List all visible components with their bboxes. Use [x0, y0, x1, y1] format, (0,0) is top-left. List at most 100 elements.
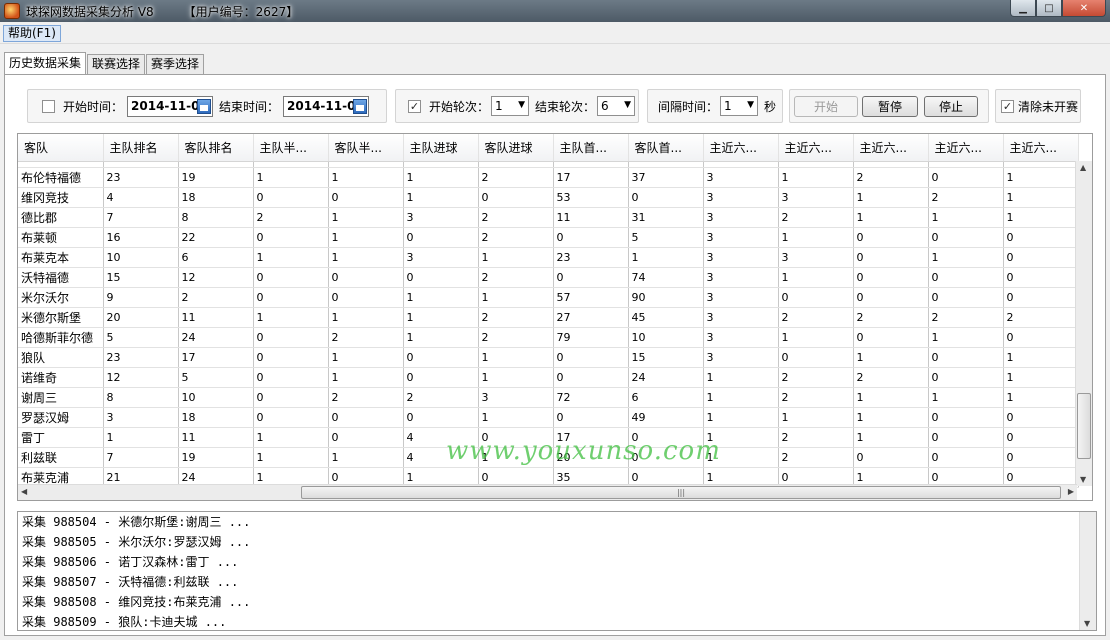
control-buttons-group: 开始 暂停 停止 [789, 89, 989, 123]
match-data-table[interactable]: 客队 主队排名 客队排名 主队半... 客队半... 主队进球 客队进球 主队首... 客队首.… [17, 133, 1093, 501]
table-cell: 1 [403, 167, 479, 188]
scroll-left-icon[interactable]: ◀ [21, 487, 27, 496]
column-header[interactable]: 主近六... [703, 134, 779, 162]
column-header[interactable]: 主队半... [253, 134, 329, 162]
table-cell: 6 [628, 387, 704, 408]
table-cell: 3 [703, 347, 779, 368]
table-cell: 1 [1003, 367, 1079, 388]
tab-history-collection[interactable]: 历史数据采集 [4, 52, 87, 75]
table-row[interactable]: 哈德斯菲尔德 5 24 0 2 1 2 79 10 3 1 0 1 0 [18, 327, 1079, 348]
chevron-down-icon: ▼ [518, 100, 526, 110]
start-time-label: 开始时间： [63, 99, 124, 114]
table-cell: 1 [103, 427, 179, 448]
table-cell: 1 [328, 307, 404, 328]
table-row[interactable]: 米尔沃尔 9 2 0 0 1 1 57 90 3 0 0 0 0 [18, 287, 1079, 308]
scroll-right-icon[interactable]: ▶ [1068, 487, 1074, 496]
start-time-checkbox[interactable] [42, 99, 55, 113]
table-cell: 0 [253, 287, 329, 308]
table-row[interactable]: 米德尔斯堡 20 11 1 1 1 2 27 45 3 2 2 2 2 [18, 307, 1079, 328]
table-cell: 2 [328, 327, 404, 348]
column-header[interactable]: 主近六... [778, 134, 854, 162]
round-checkbox[interactable]: ✓ [408, 99, 421, 113]
end-date-picker[interactable]: 2014-11-06 [283, 95, 370, 117]
table-cell: 22 [178, 227, 254, 248]
table-cell: 2 [478, 267, 554, 288]
table-row[interactable]: 沃特福德 15 12 0 0 0 2 0 74 3 1 0 0 0 [18, 267, 1079, 288]
table-row[interactable]: 罗瑟汉姆 3 18 0 0 0 1 0 49 1 1 1 0 0 [18, 407, 1079, 428]
scroll-down-icon[interactable]: ▼ [1084, 619, 1090, 628]
table-row[interactable]: 布莱克本 10 6 1 1 3 1 23 1 3 3 0 1 0 [18, 247, 1079, 268]
column-header[interactable]: 主队排名 [103, 134, 179, 162]
start-button[interactable]: 开始 [794, 95, 858, 117]
clear-unstarted-checkbox[interactable]: ✓ [1001, 99, 1014, 113]
start-date-picker[interactable]: 2014-11-05 [127, 95, 214, 117]
end-round-select[interactable]: 6 ▼ [597, 96, 636, 116]
table-cell: 0 [928, 367, 1004, 388]
table-cell: 3 [703, 207, 779, 228]
column-header[interactable]: 主近六... [853, 134, 929, 162]
horizontal-scroll-thumb[interactable]: ||| [301, 486, 1061, 499]
minimize-button[interactable]: ▁ [1010, 0, 1036, 17]
calendar-icon[interactable] [197, 98, 212, 114]
start-round-select[interactable]: 1 ▼ [491, 96, 530, 116]
log-vertical-scrollbar[interactable]: ▼ [1079, 512, 1096, 630]
table-cell: 3 [778, 247, 854, 268]
log-line: 采集 988509 - 狼队:卡迪夫城 ... [22, 615, 227, 629]
table-cell: 0 [403, 367, 479, 388]
table-cell: 2 [478, 227, 554, 248]
table-row[interactable]: 布莱顿 16 22 0 1 0 2 0 5 3 1 0 0 0 [18, 227, 1079, 248]
table-cell: 1 [253, 447, 329, 468]
table-cell: 1 [403, 287, 479, 308]
column-header[interactable]: 客队进球 [478, 134, 554, 162]
team-cell: 布伦特福德 [18, 167, 104, 188]
table-cell: 1 [778, 267, 854, 288]
table-cell: 11 [178, 427, 254, 448]
watermark: www.youxunso.com [446, 436, 721, 466]
column-header[interactable]: 客队排名 [178, 134, 254, 162]
calendar-icon[interactable] [353, 98, 368, 114]
table-row[interactable]: 诺维奇 12 5 0 1 0 1 0 24 1 2 2 0 1 [18, 367, 1079, 388]
title-bar: 球探网数据采集分析 V8 【用户编号：2627】 ▁ □ ✕ [0, 0, 1110, 22]
table-cell: 3 [703, 187, 779, 208]
column-header[interactable]: 主近六... [1003, 134, 1079, 162]
tab-league-select[interactable]: 联赛选择 [87, 54, 146, 74]
table-cell: 7 [103, 207, 179, 228]
table-row[interactable]: 德比郡 7 8 2 1 3 2 11 31 3 2 1 1 1 [18, 207, 1079, 228]
table-row[interactable]: 维冈竞技 4 18 0 0 1 0 53 0 3 3 1 2 1 [18, 187, 1079, 208]
table-row[interactable]: 谢周三 8 10 0 2 2 3 72 6 1 2 1 1 1 [18, 387, 1079, 408]
table-horizontal-scrollbar[interactable]: ◀ ||| ▶ [18, 484, 1077, 500]
column-header[interactable]: 客队首... [628, 134, 704, 162]
table-cell: 90 [628, 287, 704, 308]
column-header[interactable]: 主队首... [553, 134, 629, 162]
scroll-down-icon[interactable]: ▼ [1080, 475, 1086, 484]
team-cell: 诺维奇 [18, 367, 104, 388]
column-header[interactable]: 客队半... [328, 134, 404, 162]
column-header[interactable]: 客队 [18, 134, 104, 162]
table-cell: 1 [1003, 187, 1079, 208]
menu-help[interactable]: 帮助(F1) [3, 25, 61, 42]
vertical-scroll-thumb[interactable] [1077, 393, 1091, 459]
team-cell: 米尔沃尔 [18, 287, 104, 308]
column-header[interactable]: 主近六... [928, 134, 1004, 162]
table-cell: 1 [853, 187, 929, 208]
table-row[interactable]: 狼队 23 17 0 1 0 1 0 15 3 0 1 0 1 [18, 347, 1079, 368]
table-cell: 18 [178, 187, 254, 208]
tab-season-select[interactable]: 赛季选择 [146, 54, 205, 74]
log-line: 采集 988505 - 米尔沃尔:罗瑟汉姆 ... [22, 535, 251, 549]
column-header[interactable]: 主队进球 [403, 134, 479, 162]
table-row[interactable]: 布伦特福德 23 19 1 1 1 2 17 37 3 1 2 0 1 [18, 167, 1079, 188]
collection-log[interactable]: 采集 988504 - 米德尔斯堡:谢周三 ... 采集 988505 - 米尔沃… [17, 511, 1097, 631]
scroll-up-icon[interactable]: ▲ [1080, 163, 1086, 172]
interval-select[interactable]: 1 ▼ [720, 96, 759, 116]
stop-button[interactable]: 停止 [924, 95, 978, 117]
pause-button[interactable]: 暂停 [862, 95, 918, 117]
maximize-button[interactable]: □ [1036, 0, 1062, 17]
table-cell: 2 [928, 187, 1004, 208]
table-cell: 0 [928, 407, 1004, 428]
table-cell: 1 [328, 367, 404, 388]
table-cell: 1 [928, 247, 1004, 268]
table-cell: 15 [628, 347, 704, 368]
table-vertical-scrollbar[interactable]: ▲ ▼ [1075, 161, 1092, 486]
table-cell: 2 [1003, 307, 1079, 328]
close-button[interactable]: ✕ [1062, 0, 1106, 17]
